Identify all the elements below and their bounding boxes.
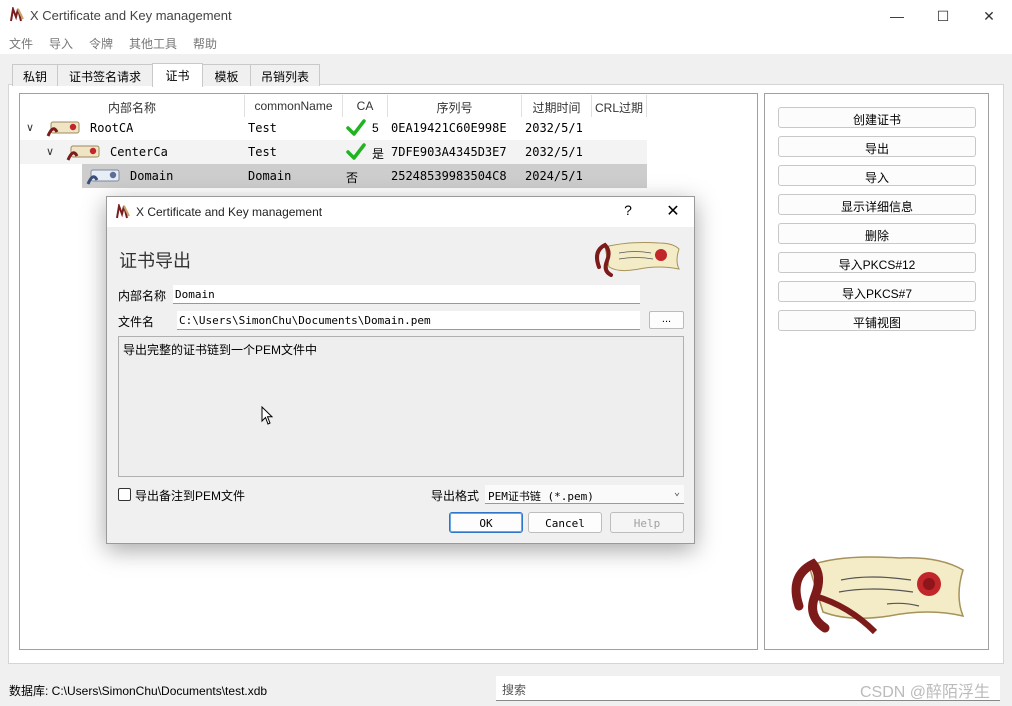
import-button[interactable]: 导入 <box>778 165 976 186</box>
collapse-chevron-icon[interactable]: ∨ <box>26 121 34 134</box>
search-placeholder: 搜索 <box>502 683 527 697</box>
cell-common-name: Test <box>248 145 277 159</box>
help-button[interactable]: Help <box>610 512 684 533</box>
cell-internal-name: Domain <box>130 169 174 183</box>
app-logo-icon <box>116 204 130 219</box>
cell-serial: 0EA19421C60E998E <box>391 121 507 135</box>
tab-csr[interactable]: 证书签名请求 <box>57 64 153 86</box>
certificate-scroll-logo-icon <box>791 556 965 635</box>
ca-check-icon <box>346 119 366 136</box>
browse-button[interactable]: ... <box>649 311 684 329</box>
minimize-button[interactable]: — <box>874 0 920 32</box>
chevron-down-icon: ⌄ <box>673 487 680 498</box>
cell-expiry: 2032/5/1 <box>525 145 583 159</box>
cell-serial: 7DFE903A4345D3E7 <box>391 145 507 159</box>
ca-check-icon <box>346 143 366 160</box>
import-pkcs12-button[interactable]: 导入PKCS#12 <box>778 252 976 273</box>
cell-expiry: 2032/5/1 <box>525 121 583 135</box>
cell-ca: 是 <box>372 147 385 161</box>
close-button[interactable]: ✕ <box>966 0 1012 32</box>
export-button[interactable]: 导出 <box>778 136 976 157</box>
export-format-label: 导出格式 <box>431 489 480 503</box>
dialog-close-button[interactable]: ✕ <box>660 201 686 221</box>
cell-serial: 25248539983504C8 <box>391 169 507 183</box>
menu-file[interactable]: 文件 <box>9 35 33 52</box>
cancel-button[interactable]: Cancel <box>528 512 602 533</box>
column-ca[interactable]: CA <box>343 95 388 117</box>
tab-revocation-lists[interactable]: 吊销列表 <box>250 64 320 86</box>
create-certificate-button[interactable]: 创建证书 <box>778 107 976 128</box>
cell-expiry: 2024/5/1 <box>525 169 583 183</box>
title-bar: X Certificate and Key management — ☐ ✕ <box>0 0 1012 32</box>
tile-view-button[interactable]: 平铺视图 <box>778 310 976 331</box>
action-panel: 创建证书 导出 导入 显示详细信息 删除 导入PKCS#12 导入PKCS#7 … <box>764 93 989 650</box>
tree-row-centerca[interactable]: ∨ CenterCa Test 是 7DFE903A4345D3E7 2032/… <box>20 140 647 164</box>
menu-help[interactable]: 帮助 <box>193 35 217 52</box>
menu-import[interactable]: 导入 <box>49 35 73 52</box>
column-internal-name[interactable]: 内部名称 <box>20 95 245 117</box>
cell-ca: 5 <box>372 121 379 135</box>
column-crl-expiry[interactable]: CRL过期 <box>592 95 647 117</box>
ok-button[interactable]: OK <box>449 512 523 533</box>
tree-row-domain[interactable]: Domain Domain 否 25248539983504C8 2024/5/… <box>82 164 647 188</box>
filename-label: 文件名 <box>118 315 155 329</box>
filename-field[interactable]: C:\Users\SimonChu\Documents\Domain.pem <box>177 311 640 330</box>
delete-button[interactable]: 删除 <box>778 223 976 244</box>
collapse-chevron-icon[interactable]: ∨ <box>46 145 54 158</box>
export-format-select[interactable]: PEM证书链 (*.pem) ⌄ <box>485 485 684 504</box>
app-logo-icon <box>10 7 24 22</box>
certificate-scroll-logo-icon <box>595 242 680 277</box>
import-pkcs7-button[interactable]: 导入PKCS#7 <box>778 281 976 302</box>
menu-other-tools[interactable]: 其他工具 <box>129 35 177 52</box>
dialog-title: X Certificate and Key management <box>136 205 323 219</box>
export-certificate-dialog: X Certificate and Key management ? ✕ 证书导… <box>106 196 695 544</box>
menu-bar: 文件 导入 令牌 其他工具 帮助 <box>0 32 1012 54</box>
cell-common-name: Domain <box>248 169 292 183</box>
dialog-heading: 证书导出 <box>119 251 191 272</box>
description-text: 导出完整的证书链到一个PEM文件中 <box>123 343 318 357</box>
description-box: 导出完整的证书链到一个PEM文件中 <box>118 336 684 477</box>
export-comment-checkbox[interactable] <box>118 488 131 501</box>
certificate-scroll-icon <box>46 121 80 137</box>
column-common-name[interactable]: commonName <box>245 95 343 117</box>
dialog-help-icon[interactable]: ? <box>619 202 637 218</box>
column-expiry[interactable]: 过期时间 <box>522 95 592 117</box>
cell-internal-name: CenterCa <box>110 145 168 159</box>
internal-name-label: 内部名称 <box>118 289 167 303</box>
tree-row-rootca[interactable]: ∨ RootCA Test 5 0EA19421C60E998E 2032/5/… <box>20 116 647 140</box>
certificate-scroll-icon <box>86 169 120 185</box>
column-serial[interactable]: 序列号 <box>388 95 522 117</box>
cell-internal-name: RootCA <box>90 121 134 135</box>
mouse-cursor-icon <box>261 406 274 425</box>
tab-private-keys[interactable]: 私钥 <box>12 64 58 86</box>
export-comment-label[interactable]: 导出备注到PEM文件 <box>135 487 245 504</box>
dialog-title-bar: X Certificate and Key management ? ✕ <box>107 197 694 227</box>
tab-certificates[interactable]: 证书 <box>152 63 203 87</box>
export-format-value: PEM证书链 (*.pem) <box>488 490 594 503</box>
certificate-scroll-icon <box>66 145 100 161</box>
maximize-button[interactable]: ☐ <box>920 0 966 32</box>
database-path: 数据库: C:\Users\SimonChu\Documents\test.xd… <box>9 684 268 698</box>
watermark: CSDN @醉陌浮生 <box>860 684 991 701</box>
menu-token[interactable]: 令牌 <box>89 35 113 52</box>
show-details-button[interactable]: 显示详细信息 <box>778 194 976 215</box>
cell-ca: 否 <box>346 171 359 185</box>
window-title: X Certificate and Key management <box>30 8 232 23</box>
tab-templates[interactable]: 模板 <box>202 64 251 86</box>
internal-name-field[interactable]: Domain <box>173 285 640 304</box>
cell-common-name: Test <box>248 121 277 135</box>
